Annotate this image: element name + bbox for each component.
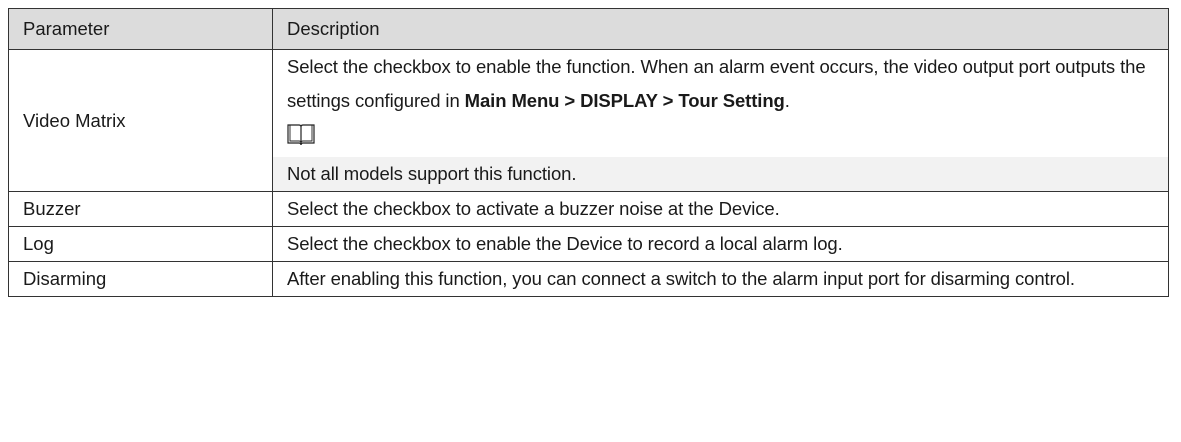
header-parameter: Parameter [8, 8, 273, 50]
table-row: Disarming After enabling this function, … [8, 261, 1169, 297]
parameter-table-container: Parameter Description Video Matrix Selec… [8, 8, 1169, 297]
description-end: . [784, 90, 790, 111]
book-note-icon [287, 123, 1160, 157]
description-cell: After enabling this function, you can co… [272, 261, 1169, 297]
menu-path: Main Menu > DISPLAY > Tour Setting [464, 90, 785, 111]
table-header-row: Parameter Description [8, 8, 1169, 50]
description-cell: Select the checkbox to enable the Device… [272, 226, 1169, 262]
description-cell: Select the checkbox to activate a buzzer… [272, 191, 1169, 227]
parameter-cell: Log [8, 226, 273, 262]
parameter-cell: Video Matrix [8, 49, 273, 192]
parameter-cell: Buzzer [8, 191, 273, 227]
description-cell: Select the checkbox to enable the functi… [272, 49, 1169, 192]
parameter-table: Parameter Description Video Matrix Selec… [8, 8, 1169, 297]
table-row: Log Select the checkbox to enable the De… [8, 226, 1169, 262]
table-row: Video Matrix Select the checkbox to enab… [8, 49, 1169, 192]
header-description: Description [272, 8, 1169, 50]
note-text: Not all models support this function. [273, 157, 1168, 191]
table-row: Buzzer Select the checkbox to activate a… [8, 191, 1169, 227]
parameter-cell: Disarming [8, 261, 273, 297]
